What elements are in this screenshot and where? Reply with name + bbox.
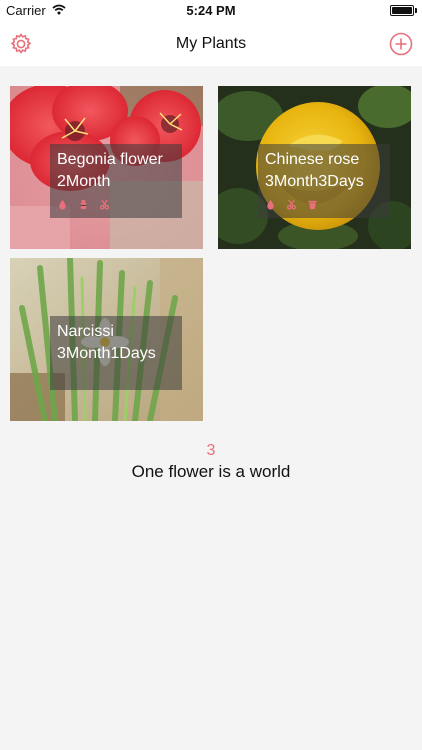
plant-info-overlay: Chinese rose 3Month3Days <box>258 144 390 218</box>
page-title: My Plants <box>175 35 247 52</box>
care-icons <box>265 199 318 211</box>
plant-name: Begonia flower <box>57 151 163 168</box>
plant-name: Narcissi <box>57 323 114 340</box>
battery-tip <box>415 8 417 13</box>
plant-info-overlay: Begonia flower 2Month <box>50 144 182 218</box>
plant-info-overlay: Narcissi 3Month1Days <box>50 316 182 390</box>
plant-card-narcissi[interactable]: Narcissi 3Month1Days <box>10 258 203 421</box>
plant-card-begonia[interactable]: Begonia flower 2Month <box>10 86 203 249</box>
slogan-text: One flower is a world <box>131 462 291 481</box>
fertilizer-icon <box>80 199 87 210</box>
plus-circle-icon[interactable] <box>389 32 413 56</box>
pot-icon <box>308 200 317 210</box>
wifi-icon <box>52 4 66 15</box>
water-drop-icon <box>267 199 274 210</box>
carrier-label: Carrier <box>6 3 46 18</box>
scissors-icon <box>286 199 297 210</box>
battery-icon <box>390 5 414 16</box>
plant-age: 2Month <box>57 173 111 190</box>
plant-age: 3Month1Days <box>57 345 156 362</box>
water-drop-icon <box>59 199 66 210</box>
status-bar: Carrier 5:24 PM <box>0 0 422 22</box>
plant-card-chinese-rose[interactable]: Chinese rose 3Month3Days <box>218 86 411 249</box>
plant-name: Chinese rose <box>265 151 360 168</box>
plant-age: 3Month3Days <box>265 173 364 190</box>
plant-count: 3 <box>206 442 216 459</box>
scissors-icon <box>99 199 110 210</box>
care-icons <box>57 199 110 211</box>
nav-bar: My Plants <box>0 22 422 66</box>
